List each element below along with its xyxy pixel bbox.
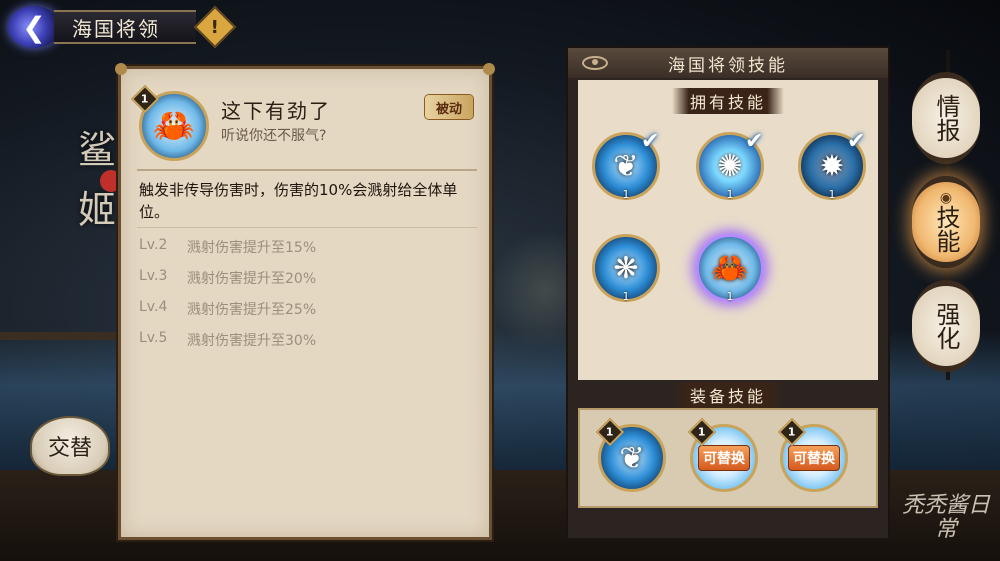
level-upgrade-row: Lv.2 溅射伤害提升至15% bbox=[139, 237, 316, 257]
skill-detail-panel: 🦀 1 这下有劲了 听说你还不服气? 被动 触发非传导伤害时，伤害的10%会溅射… bbox=[115, 63, 495, 540]
skills-panel-header: 海国将领技能 bbox=[568, 48, 888, 78]
switch-button[interactable]: 交替 bbox=[30, 416, 110, 476]
exclamation-icon: ! bbox=[210, 16, 220, 38]
background-railing bbox=[0, 332, 125, 340]
owned-skills-area: 拥有技能 ❦ 1 ✔ ✺ 1 ✔ ✹ 1 ✔ ❋ 1 🦀 1 bbox=[578, 80, 878, 380]
skill-name: 这下有劲了 bbox=[221, 99, 331, 123]
tab-enhance[interactable]: 强化 bbox=[912, 280, 980, 372]
tab-label: 技能 bbox=[932, 205, 960, 253]
check-icon: ✔ bbox=[641, 129, 660, 154]
level-text: 溅射伤害提升至20% bbox=[187, 271, 317, 287]
replaceable-label: 可替换 bbox=[788, 445, 840, 471]
divider bbox=[137, 169, 477, 171]
check-icon: ✔ bbox=[847, 129, 866, 154]
level-upgrade-row: Lv.5 溅射伤害提升至30% bbox=[139, 330, 316, 350]
replaceable-label: 可替换 bbox=[698, 445, 750, 471]
skill-level-value: 1 bbox=[141, 92, 149, 106]
level-label: Lv.5 bbox=[139, 330, 168, 346]
eye-icon: ◉ bbox=[939, 190, 953, 206]
level-upgrade-row: Lv.3 溅射伤害提升至20% bbox=[139, 268, 316, 288]
skill-count: 1 bbox=[828, 188, 836, 201]
crab-icon: 🦀 bbox=[711, 250, 749, 286]
back-button[interactable]: ❮ bbox=[8, 6, 60, 48]
skill-count: 1 bbox=[726, 290, 734, 303]
info-button[interactable]: ! bbox=[193, 5, 237, 49]
slot-level-value: 1 bbox=[788, 425, 796, 439]
owned-skill-slot-selected[interactable]: 🦀 1 bbox=[696, 234, 764, 303]
owned-skill-slot[interactable]: ❦ 1 ✔ bbox=[592, 129, 660, 201]
skill-quote: 听说你还不服气? bbox=[221, 128, 327, 144]
page-title: 海国将领 bbox=[54, 10, 196, 44]
owned-skill-slot[interactable]: ✹ 1 ✔ bbox=[798, 129, 866, 201]
skill-count: 1 bbox=[622, 188, 630, 201]
skill-count: 1 bbox=[726, 188, 734, 201]
skill-description: 触发非传导伤害时，伤害的10%会溅射给全体单位。 bbox=[139, 181, 458, 221]
tab-label: 强化 bbox=[932, 302, 960, 350]
level-label: Lv.4 bbox=[139, 299, 168, 315]
tab-skills[interactable]: ◉ 技能 bbox=[912, 176, 980, 268]
spiky-shell-icon: ✹ bbox=[819, 148, 845, 184]
corner-ornament bbox=[483, 63, 495, 75]
watermark: 秃秃酱日常 bbox=[901, 493, 990, 542]
back-arrow-icon: ❮ bbox=[22, 10, 46, 44]
check-icon: ✔ bbox=[745, 129, 764, 154]
equipped-skills-area: ❦ 1 可替换 1 可替换 1 bbox=[578, 408, 878, 508]
level-text: 溅射伤害提升至30% bbox=[187, 333, 317, 349]
passive-tag: 被动 bbox=[425, 95, 473, 119]
slot-level-value: 1 bbox=[606, 425, 614, 439]
level-label: Lv.3 bbox=[139, 268, 168, 284]
eye-icon bbox=[582, 56, 608, 70]
tab-label: 情报 bbox=[932, 94, 960, 142]
divider bbox=[137, 227, 477, 228]
title-bar: ❮ 海国将领 ! bbox=[8, 5, 237, 49]
corner-ornament bbox=[115, 63, 127, 75]
level-text: 溅射伤害提升至15% bbox=[187, 240, 317, 256]
skill-count: 1 bbox=[622, 290, 630, 303]
skills-panel: 海国将领技能 拥有技能 ❦ 1 ✔ ✺ 1 ✔ ✹ 1 ✔ ❋ 1 🦀 1 装备… bbox=[566, 46, 890, 540]
equipped-skills-title: 装备技能 bbox=[672, 382, 784, 408]
claw-skill-icon: ❦ bbox=[619, 440, 645, 476]
splash-crab-icon: ❋ bbox=[613, 250, 639, 286]
owned-skill-slot[interactable]: ✺ 1 ✔ bbox=[696, 129, 764, 201]
owned-skill-slot[interactable]: ❋ 1 bbox=[592, 234, 660, 303]
level-upgrade-row: Lv.4 溅射伤害提升至25% bbox=[139, 299, 316, 319]
skills-panel-title: 海国将领技能 bbox=[668, 55, 788, 76]
tab-intel[interactable]: 情报 bbox=[912, 72, 980, 164]
owned-skills-title: 拥有技能 bbox=[672, 88, 784, 114]
level-label: Lv.2 bbox=[139, 237, 168, 253]
electric-burst-icon: ✺ bbox=[717, 148, 743, 184]
claw-skill-icon: ❦ bbox=[613, 148, 639, 184]
level-text: 溅射伤害提升至25% bbox=[187, 302, 317, 318]
slot-level-value: 1 bbox=[698, 425, 706, 439]
